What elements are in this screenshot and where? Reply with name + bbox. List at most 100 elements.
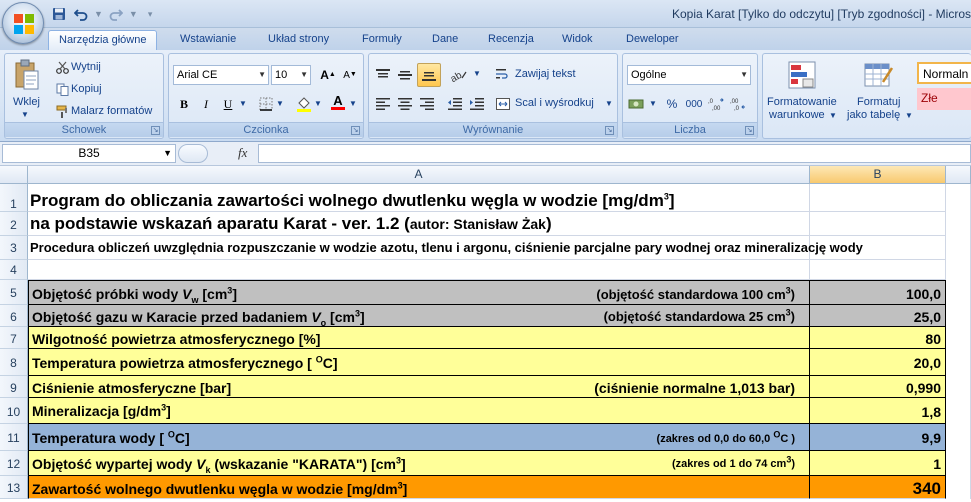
name-box-dropdown-icon[interactable]: ▼	[163, 145, 172, 162]
merge-dropdown-icon[interactable]: ▼	[605, 99, 613, 108]
format-as-table-button[interactable]: Formatuj	[857, 96, 900, 108]
cell-a2[interactable]: na podstawie wskazań aparatu Karat - ver…	[28, 212, 810, 236]
copy-icon[interactable]	[55, 82, 69, 96]
column-header-a[interactable]: A	[28, 166, 810, 184]
column-header-c[interactable]	[946, 166, 971, 184]
clipboard-dialog-launcher[interactable]: ↘	[151, 126, 160, 135]
column-header-b[interactable]: B	[810, 166, 946, 184]
font-dialog-launcher[interactable]: ↘	[351, 126, 360, 135]
insert-function-icon[interactable]: fx	[238, 145, 247, 161]
fill-color-icon[interactable]	[295, 96, 313, 112]
office-button[interactable]	[2, 2, 44, 44]
conditional-formatting-dropdown-icon[interactable]: ▼	[829, 111, 837, 120]
cell-a13[interactable]: Zawartość wolnego dwutlenku węgla w wodz…	[28, 476, 810, 499]
bold-button[interactable]: B	[173, 94, 195, 114]
cell-b6[interactable]: 25,0	[810, 305, 946, 327]
format-as-table-button-line2[interactable]: jako tabelę	[847, 109, 900, 121]
cell-a12[interactable]: Objętość wypartej wody Vk (wskazanie "KA…	[28, 451, 810, 476]
cut-button[interactable]: Wytnij	[71, 61, 101, 73]
underline-button[interactable]: U	[217, 94, 239, 114]
wrap-text-button[interactable]: Zawijaj tekst	[515, 68, 576, 80]
format-painter-icon[interactable]	[55, 104, 69, 118]
paste-button[interactable]: Wklej	[13, 96, 40, 108]
increase-indent-icon[interactable]	[467, 94, 487, 114]
row-header-2[interactable]: 2	[0, 212, 28, 236]
cell-a4[interactable]	[28, 260, 810, 280]
number-format-combo[interactable]: Ogólne ▼	[627, 65, 751, 85]
paste-dropdown-icon[interactable]: ▼	[21, 110, 29, 119]
row-header-7[interactable]: 7	[0, 327, 28, 349]
format-as-table-icon[interactable]	[861, 58, 895, 92]
align-right-icon[interactable]	[417, 94, 437, 114]
borders-dropdown-icon[interactable]: ▼	[276, 99, 284, 108]
cell-a7[interactable]: Wilgotność powietrza atmosferycznego [%]	[28, 327, 810, 349]
orientation-dropdown-icon[interactable]: ▼	[473, 69, 481, 78]
row-header-13[interactable]: 13	[0, 476, 28, 499]
thousands-button[interactable]: 000	[683, 94, 705, 114]
font-size-dropdown-icon[interactable]: ▼	[300, 66, 308, 84]
row-header-12[interactable]: 12	[0, 451, 28, 476]
increase-decimal-icon[interactable]: ,0,00	[707, 96, 727, 112]
font-name-combo[interactable]: Arial CE ▼	[173, 65, 269, 85]
cell-b11[interactable]: 9,9	[810, 424, 946, 451]
cell-b2[interactable]	[810, 212, 946, 236]
select-all-corner[interactable]	[0, 166, 28, 184]
undo-dropdown-icon[interactable]: ▼	[94, 9, 103, 19]
cell-a3[interactable]: Procedura obliczeń uwzględnia rozpuszcza…	[28, 236, 863, 260]
number-format-dropdown-icon[interactable]: ▼	[740, 66, 748, 84]
align-top-icon[interactable]	[373, 65, 393, 85]
align-middle-icon[interactable]	[395, 65, 415, 85]
undo-icon[interactable]	[72, 5, 90, 23]
customize-toolbar-icon[interactable]: ▾	[148, 9, 153, 20]
redo-icon[interactable]	[107, 5, 125, 23]
tab-developer[interactable]: Deweloper	[616, 30, 689, 50]
align-bottom-icon[interactable]	[417, 63, 441, 87]
currency-dropdown-icon[interactable]: ▼	[649, 99, 657, 108]
conditional-formatting-icon[interactable]	[785, 58, 819, 92]
cell-a1[interactable]: Program do obliczania zawartości wolnego…	[28, 184, 810, 212]
row-header-5[interactable]: 5	[0, 280, 28, 305]
cell-b1[interactable]	[810, 184, 946, 212]
borders-icon[interactable]	[257, 96, 275, 112]
copy-button[interactable]: Kopiuj	[71, 83, 102, 95]
tab-view[interactable]: Widok	[552, 30, 603, 50]
cell-b4[interactable]	[810, 260, 946, 280]
cell-b10[interactable]: 1,8	[810, 398, 946, 424]
cell-a11[interactable]: Temperatura wody [ OC] (zakres od 0,0 do…	[28, 424, 810, 451]
alignment-dialog-launcher[interactable]: ↘	[605, 126, 614, 135]
conditional-formatting-button[interactable]: Formatowanie	[767, 96, 837, 108]
cell-b9[interactable]: 0,990	[810, 376, 946, 398]
font-color-dropdown-icon[interactable]: ▼	[349, 99, 357, 108]
tab-formulas[interactable]: Formuły	[352, 30, 412, 50]
formula-splitter[interactable]	[178, 144, 208, 163]
redo-dropdown-icon[interactable]: ▼	[129, 9, 138, 19]
cell-b8[interactable]: 20,0	[810, 349, 946, 376]
italic-button[interactable]: I	[195, 94, 217, 114]
number-dialog-launcher[interactable]: ↘	[745, 126, 754, 135]
wrap-text-icon[interactable]	[495, 65, 511, 83]
cell-a9[interactable]: Ciśnienie atmosferyczne [bar] (ciśnienie…	[28, 376, 810, 398]
font-color-button[interactable]: A	[327, 92, 349, 112]
orientation-icon[interactable]: ab	[447, 65, 471, 85]
tab-insert[interactable]: Wstawianie	[170, 30, 246, 50]
row-header-11[interactable]: 11	[0, 424, 28, 451]
cell-b13[interactable]: 340	[810, 476, 946, 499]
align-left-icon[interactable]	[373, 94, 393, 114]
cell-a6[interactable]: Objętość gazu w Karacie przed badaniem V…	[28, 305, 810, 327]
font-name-dropdown-icon[interactable]: ▼	[258, 66, 266, 84]
cell-a10[interactable]: Mineralizacja [g/dm3]	[28, 398, 810, 424]
cell-b3[interactable]	[810, 236, 946, 260]
tab-review[interactable]: Recenzja	[478, 30, 544, 50]
fill-color-dropdown-icon[interactable]: ▼	[314, 99, 322, 108]
format-painter-button[interactable]: Malarz formatów	[71, 105, 152, 117]
conditional-formatting-button-line2[interactable]: warunkowe	[769, 109, 825, 121]
save-icon[interactable]	[50, 5, 68, 23]
cell-a8[interactable]: Temperatura powietrza atmosferycznego [ …	[28, 349, 810, 376]
tab-home[interactable]: Narzędzia główne	[48, 30, 158, 50]
grow-font-button[interactable]: A ▲	[317, 65, 339, 85]
format-as-table-dropdown-icon[interactable]: ▼	[905, 111, 913, 120]
cell-style-normal[interactable]: Normaln	[917, 62, 971, 84]
merge-center-button[interactable]: Scal i wyśrodkuj	[515, 97, 594, 109]
paste-icon[interactable]	[13, 58, 41, 92]
shrink-font-button[interactable]: A ▼	[339, 65, 361, 85]
